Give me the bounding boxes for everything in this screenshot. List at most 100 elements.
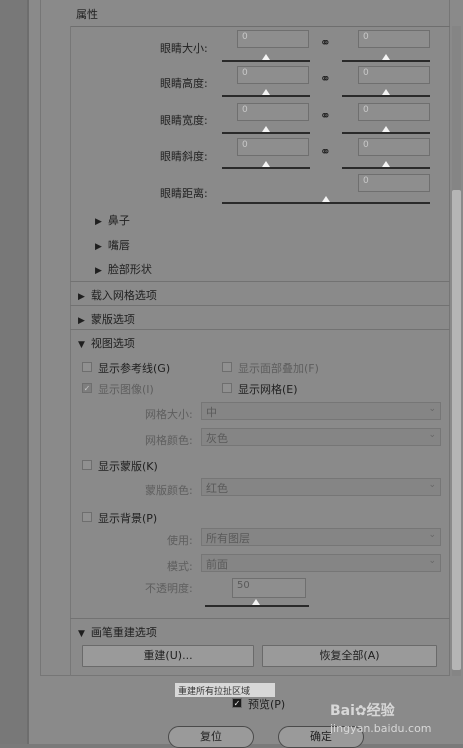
mask-options-label: 蒙版选项 (90, 313, 135, 326)
nose-subsection[interactable]: ▶ 鼻子 (95, 212, 130, 228)
eye-height-right-slider-thumb[interactable] (382, 89, 390, 95)
eye-width-left-slider-thumb[interactable] (262, 126, 270, 132)
expand-triangle-icon: ▶ (95, 266, 102, 276)
eye-width-right-input[interactable]: 0 (358, 103, 430, 121)
eye-size-left-slider[interactable] (222, 60, 310, 62)
chevron-down-icon: ⌄ (428, 556, 436, 566)
show-face-overlay-checkbox[interactable] (222, 362, 232, 372)
eye-height-label: 眼睛高度: (160, 77, 208, 90)
nose-label: 鼻子 (107, 214, 130, 227)
mesh-size-value: 中 (206, 406, 217, 419)
view-options-label: 视图选项 (90, 337, 135, 350)
eye-tilt-right-input[interactable]: 0 (358, 138, 430, 156)
eye-tilt-left-slider[interactable] (222, 167, 310, 169)
use-label: 使用: (167, 534, 193, 547)
show-mesh-checkbox[interactable] (222, 383, 232, 393)
mode-value: 前面 (206, 558, 228, 571)
eye-distance-slider-thumb[interactable] (322, 196, 330, 202)
preview-checkbox[interactable]: ✓ (232, 698, 242, 708)
opacity-input[interactable]: 50 (232, 578, 306, 598)
eye-distance-input[interactable]: 0 (358, 174, 430, 192)
show-mask-label: 显示蒙版(K) (98, 460, 158, 473)
show-image-checkbox[interactable]: ✓ (82, 383, 92, 393)
brush-rebuild-label: 画笔重建选项 (90, 626, 157, 639)
mesh-color-select[interactable]: 灰色 ⌄ (201, 428, 441, 446)
show-mask-checkbox[interactable] (82, 460, 92, 470)
eye-size-right-slider-thumb[interactable] (382, 54, 390, 60)
view-options-section[interactable]: ▼ 视图选项 (70, 329, 450, 352)
eye-width-right-slider-thumb[interactable] (382, 126, 390, 132)
rebuild-button[interactable]: 重建(U)... (82, 645, 254, 667)
eye-width-label: 眼睛宽度: (160, 114, 208, 127)
chevron-down-icon: ⌄ (428, 480, 436, 490)
opacity-slider-thumb[interactable] (252, 599, 260, 605)
show-image-label: 显示图像(I) (98, 383, 154, 396)
chevron-down-icon: ⌄ (428, 404, 436, 414)
eye-width-right-slider[interactable] (342, 132, 430, 134)
use-select[interactable]: 所有图层 ⌄ (201, 528, 441, 546)
eye-distance-label: 眼睛距离: (160, 187, 208, 200)
eye-height-right-input[interactable]: 0 (358, 66, 430, 84)
show-guides-label: 显示参考线(G) (98, 362, 171, 375)
show-background-checkbox[interactable] (82, 512, 92, 522)
chain-link-icon[interactable]: ⚭ (320, 36, 331, 51)
watermark-suffix: 经验 (366, 703, 395, 719)
eye-height-left-slider-thumb[interactable] (262, 89, 270, 95)
eye-size-left-slider-thumb[interactable] (262, 54, 270, 60)
opacity-slider[interactable] (205, 605, 309, 607)
opacity-label: 不透明度: (145, 582, 193, 595)
chain-link-icon[interactable]: ⚭ (320, 72, 331, 87)
mask-options-section[interactable]: ▶ 蒙版选项 (70, 305, 450, 328)
face-shape-subsection[interactable]: ▶ 脸部形状 (95, 261, 152, 277)
mesh-color-label: 网格颜色: (145, 434, 193, 447)
eye-tilt-right-slider-thumb[interactable] (382, 161, 390, 167)
load-mesh-label: 载入网格选项 (90, 289, 157, 302)
mask-color-value: 红色 (206, 482, 228, 495)
face-shape-label: 脸部形状 (107, 263, 152, 276)
scrollbar-thumb[interactable] (452, 190, 461, 670)
properties-title: 属性 (76, 8, 98, 21)
eye-size-right-slider[interactable] (342, 60, 430, 62)
eye-tilt-left-input[interactable]: 0 (237, 138, 309, 156)
eye-distance-slider[interactable] (222, 202, 430, 204)
eye-tilt-label: 眼睛斜度: (160, 150, 208, 163)
eye-size-label: 眼睛大小: (160, 42, 208, 55)
mode-select[interactable]: 前面 ⌄ (201, 554, 441, 572)
restore-all-button[interactable]: 恢复全部(A) (262, 645, 437, 667)
paw-icon: ✿ (354, 703, 367, 719)
expand-triangle-icon: ▶ (78, 292, 85, 302)
eye-size-left-input[interactable]: 0 (237, 30, 309, 48)
mouth-label: 嘴唇 (107, 239, 130, 252)
chevron-down-icon: ⌄ (428, 430, 436, 440)
watermark-brand: Bai (330, 703, 355, 719)
watermark-domain: jingyan.baidu.com (330, 722, 432, 735)
eye-height-right-slider[interactable] (342, 95, 430, 97)
eye-tilt-right-slider[interactable] (342, 167, 430, 169)
mode-label: 模式: (167, 560, 193, 573)
chain-link-icon[interactable]: ⚭ (320, 109, 331, 124)
mesh-size-select[interactable]: 中 ⌄ (201, 402, 441, 420)
collapse-triangle-icon: ▼ (78, 629, 85, 639)
reset-button[interactable]: 复位 (168, 726, 254, 748)
chain-link-icon[interactable]: ⚭ (320, 145, 331, 160)
mouth-subsection[interactable]: ▶ 嘴唇 (95, 237, 130, 253)
properties-header: 属性 (70, 0, 450, 27)
collapse-triangle-icon: ▼ (78, 340, 85, 350)
eye-tilt-left-slider-thumb[interactable] (262, 161, 270, 167)
show-face-overlay-label: 显示面部叠加(F) (238, 362, 319, 375)
mask-color-select[interactable]: 红色 ⌄ (201, 478, 441, 496)
show-mesh-label: 显示网格(E) (238, 383, 298, 396)
expand-triangle-icon: ▶ (95, 242, 102, 252)
eye-height-left-input[interactable]: 0 (237, 66, 309, 84)
load-mesh-section[interactable]: ▶ 载入网格选项 (70, 281, 450, 304)
expand-triangle-icon: ▶ (78, 316, 85, 326)
eye-width-left-slider[interactable] (222, 132, 310, 134)
eye-height-left-slider[interactable] (222, 95, 310, 97)
expand-triangle-icon: ▶ (95, 217, 102, 227)
eye-width-left-input[interactable]: 0 (237, 103, 309, 121)
mesh-color-value: 灰色 (206, 432, 228, 445)
eye-size-right-input[interactable]: 0 (358, 30, 430, 48)
brush-rebuild-section[interactable]: ▼ 画笔重建选项 (70, 618, 450, 641)
baidu-watermark: Bai✿经验 jingyan.baidu.com (330, 700, 432, 736)
show-guides-checkbox[interactable] (82, 362, 92, 372)
